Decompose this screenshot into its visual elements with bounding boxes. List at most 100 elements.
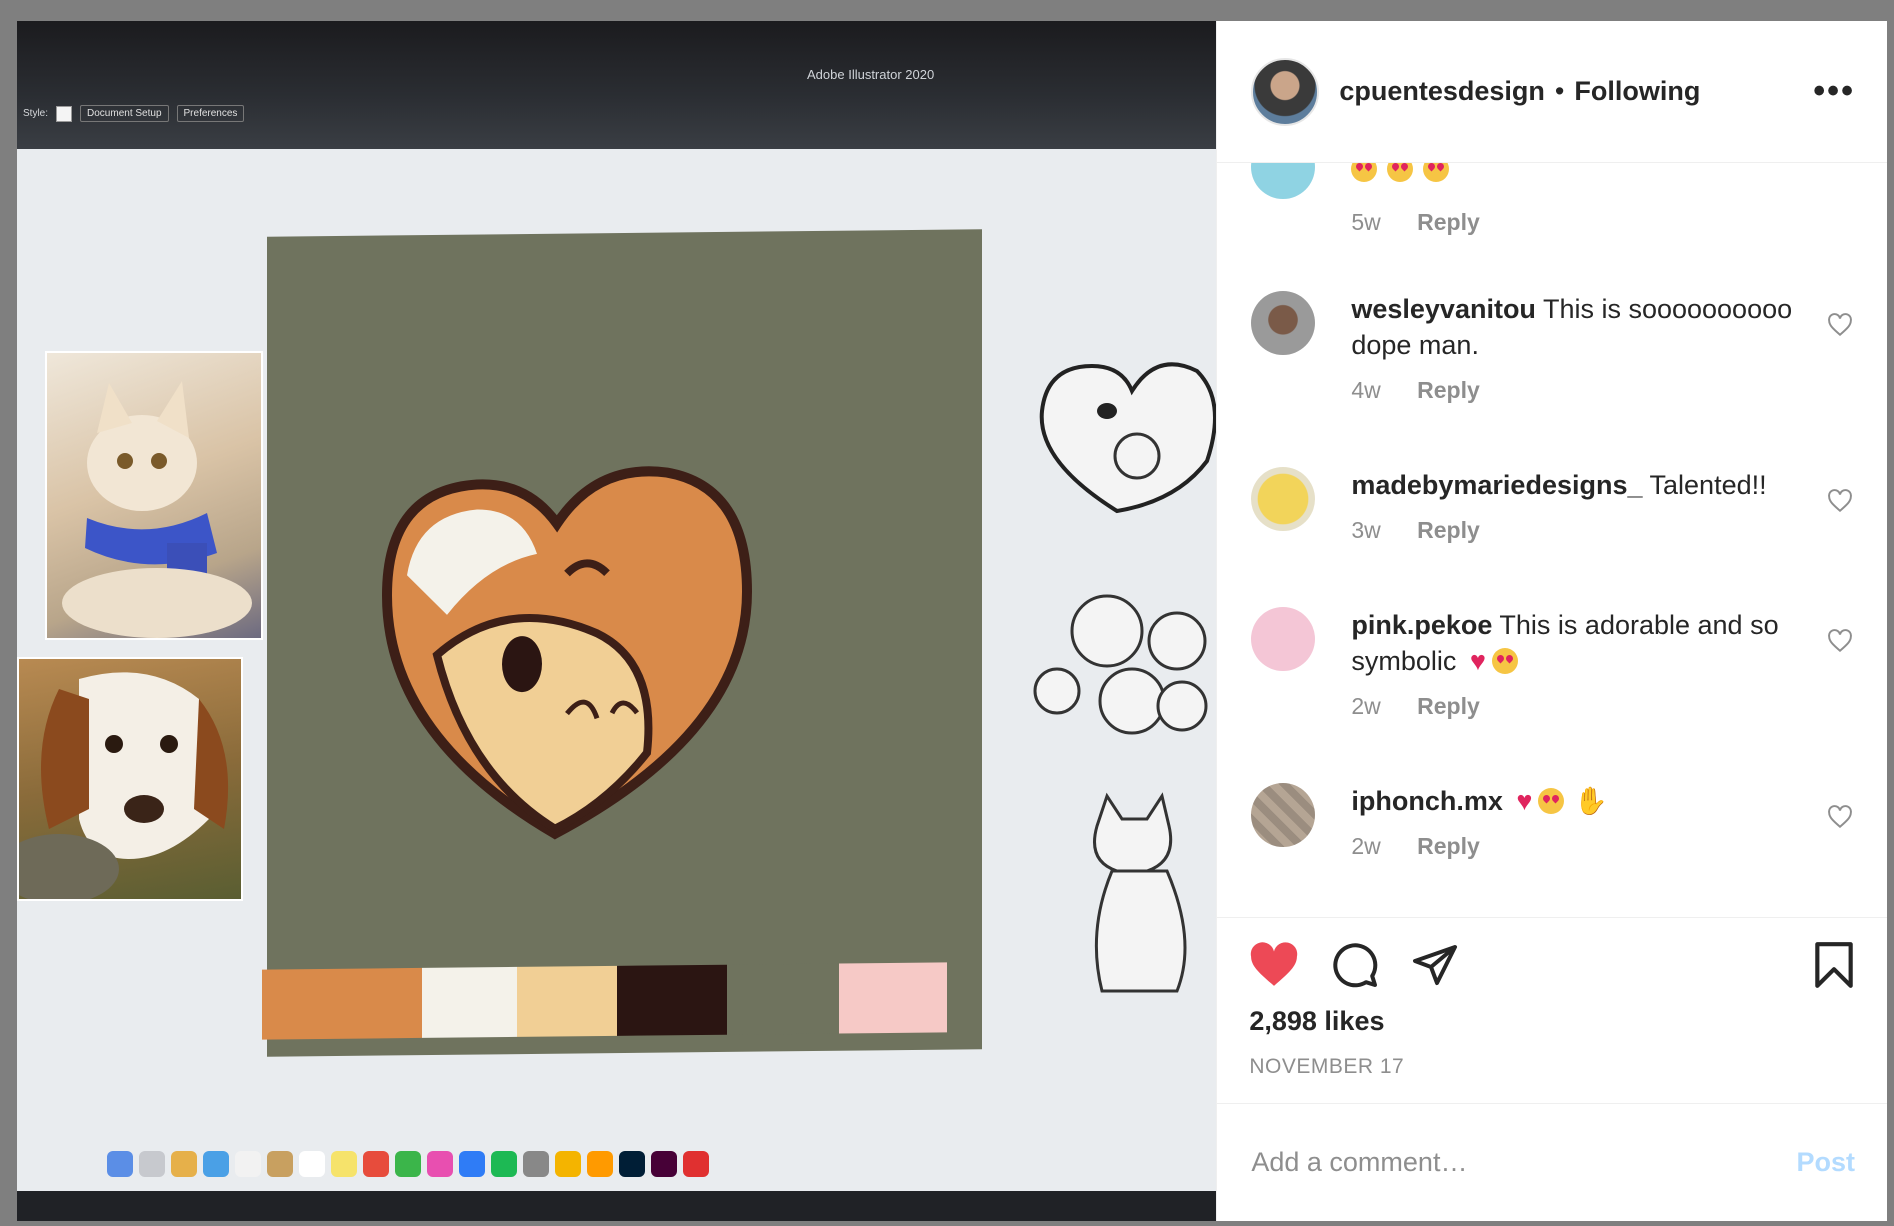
comment-text: iphonch.mx ♥ ✋ [1351,783,1793,819]
comment-meta: 2w Reply [1351,693,1853,720]
action-bar [1249,936,1855,994]
comment-item: pink.pekoe This is adorable and so symbo… [1251,607,1853,720]
palette-swatch [422,966,517,1038]
desk-edge [17,1191,1217,1221]
commenter-avatar[interactable] [1251,607,1316,671]
document-setup-button: Document Setup [80,105,169,122]
like-comment-icon[interactable] [1827,489,1853,513]
palette-swatch [262,967,422,1040]
dock-app-icon [363,1151,389,1177]
dog-photo-art [19,672,229,899]
preferences-button: Preferences [176,105,245,122]
heart-eyes-emoji [1351,163,1378,182]
comment-age: 2w [1351,833,1381,859]
add-comment-bar: Post [1217,1103,1887,1221]
like-comment-icon[interactable] [1827,313,1853,337]
post-modal: Adobe Illustrator 2020 Style: Document S… [17,21,1887,1221]
heart-eyes-emoji [1387,163,1414,182]
comment-age: 4w [1351,377,1381,403]
palette-swatch [617,964,727,1036]
comment-text: wesleyvanitou This is soooooooooo dope m… [1351,291,1793,363]
commenter-avatar[interactable] [1251,783,1316,847]
dock-app-icon [523,1151,549,1177]
post-photo[interactable]: Adobe Illustrator 2020 Style: Document S… [17,21,1217,1221]
more-options-icon[interactable]: ••• [1813,72,1855,111]
color-palette [262,962,947,1040]
palette-swatch [517,965,617,1037]
share-send-icon[interactable] [1411,941,1459,989]
dock-app-icon [235,1151,261,1177]
illustrator-control-bar: Style: Document Setup Preferences [23,105,245,122]
author-avatar[interactable] [1251,57,1320,126]
comment-message: Talented!! [1649,470,1767,500]
comment-username[interactable]: madebymariedesigns_ [1351,470,1642,500]
heart-eyes-emoji [1423,163,1450,182]
commenter-avatar[interactable] [1251,467,1316,531]
reply-button[interactable]: Reply [1417,209,1480,235]
dock-app-icon [107,1151,133,1177]
red-heart-emoji: ♥ [1516,786,1533,816]
reply-button[interactable]: Reply [1417,377,1480,403]
following-button[interactable]: Following [1574,76,1700,107]
cat-reference-photo [45,351,263,640]
like-comment-icon[interactable] [1827,805,1853,829]
comment-username[interactable]: wesleyvanitou [1351,294,1536,324]
comment-item: iphonch.mx ♥ ✋ 2w Reply [1251,783,1853,860]
artboard [267,229,982,1057]
comment-text: madebymariedesigns_ Talented!! [1351,467,1793,503]
comment-item: wesleyvanitou This is soooooooooo dope m… [1251,291,1853,404]
author-username[interactable]: cpuentesdesign [1339,76,1545,107]
clapping-hands-emoji: ✋ [1574,786,1609,816]
heart-eyes-emoji [1538,788,1565,814]
dock-app-icon [299,1151,325,1177]
macos-dock [107,1151,709,1177]
post-comment-button[interactable]: Post [1796,1147,1855,1178]
reply-button[interactable]: Reply [1417,693,1480,719]
dock-app-icon [555,1151,581,1177]
illustrator-toolbar: Adobe Illustrator 2020 Style: Document S… [17,21,1217,149]
commenter-avatar[interactable] [1251,163,1316,199]
comment-username[interactable]: pink.pekoe [1351,610,1492,640]
illustrator-title: Adobe Illustrator 2020 [807,67,935,82]
comment-text: pink.pekoe This is adorable and so symbo… [1351,607,1793,679]
add-comment-input[interactable] [1249,1146,1797,1179]
dock-app-icon [491,1151,517,1177]
comment-bubble-icon[interactable] [1331,941,1379,989]
style-swatch [56,105,73,122]
like-heart-icon[interactable] [1249,942,1299,988]
cat-photo-art [62,381,252,638]
like-comment-icon[interactable] [1827,629,1853,653]
reply-button[interactable]: Reply [1417,833,1480,859]
comment-meta: 5w Reply [1351,209,1853,236]
cat-dog-heart-logo [381,466,753,840]
post-header: cpuentesdesign • Following ••• [1217,21,1887,163]
style-label: Style: [23,108,49,119]
comment-username[interactable]: iphonch.mx [1351,786,1503,816]
dock-app-icon [139,1151,165,1177]
comment-age: 5w [1351,209,1381,235]
header-separator: • [1554,76,1565,106]
dock-app-icon [171,1151,197,1177]
palette-swatch [727,963,839,1035]
comment-meta: 2w Reply [1351,833,1853,860]
reply-button[interactable]: Reply [1417,517,1480,543]
likes-count[interactable]: 2,898 likes [1249,1006,1855,1037]
post-actions: 2,898 likes NOVEMBER 17 [1217,917,1887,1103]
comment-meta: 4w Reply [1351,377,1853,404]
dock-app-icon [683,1151,709,1177]
dock-app-icon [395,1151,421,1177]
dock-app-icon [619,1151,645,1177]
comment-item: madebymariedesigns_ Talented!! 3w Reply [1251,467,1853,544]
dog-reference-photo [17,657,243,901]
comment-text [1351,163,1793,187]
dock-app-icon [203,1151,229,1177]
red-heart-emoji: ♥ [1469,646,1486,676]
dock-app-icon [459,1151,485,1177]
save-bookmark-icon[interactable] [1813,940,1855,990]
commenter-avatar[interactable] [1251,291,1316,355]
comments-list[interactable]: 5w Reply wesleyvanitou This is soooooooo… [1217,163,1887,917]
dock-app-icon [331,1151,357,1177]
dock-app-icon [651,1151,677,1177]
comment-item: 5w Reply [1251,163,1853,236]
comment-age: 3w [1351,517,1381,543]
